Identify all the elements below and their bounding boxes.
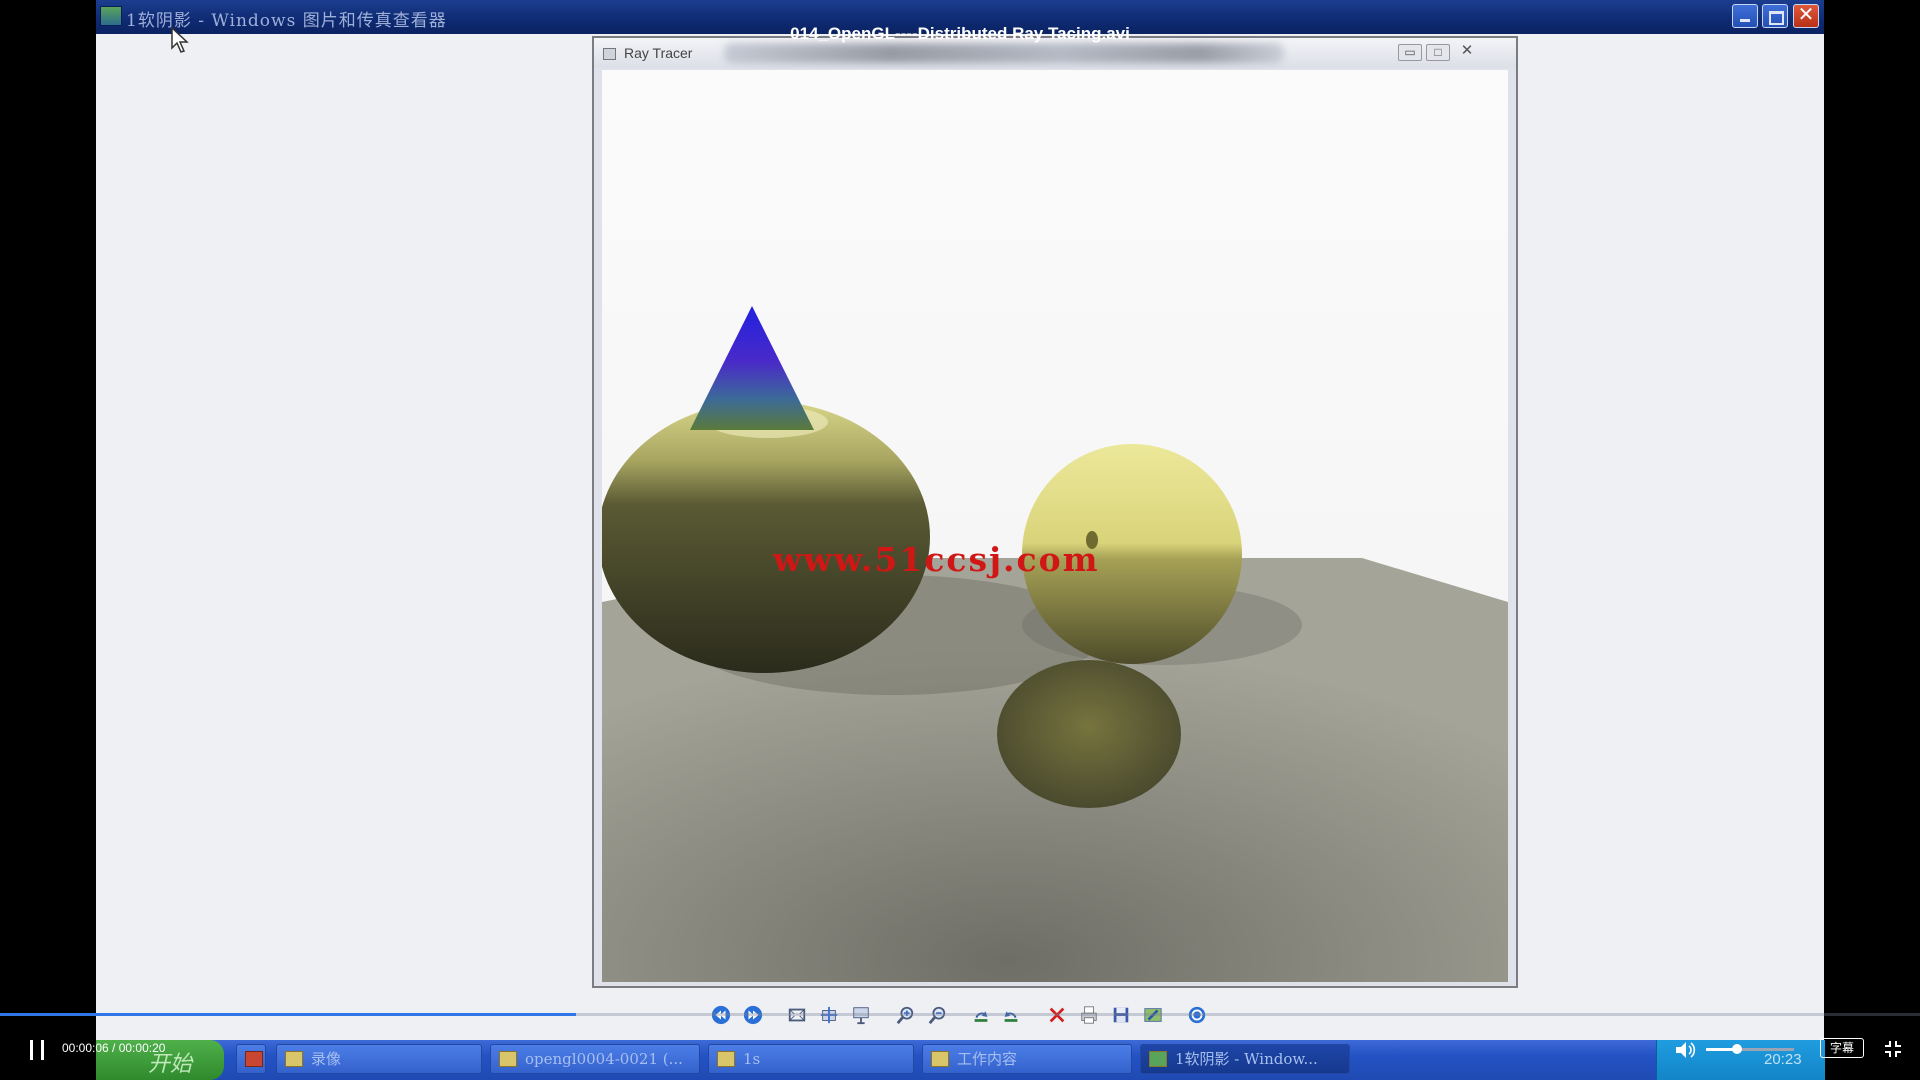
quick-launch-icon[interactable]: [236, 1044, 266, 1074]
rt-maximize-button[interactable]: □: [1426, 44, 1450, 61]
blurred-title-region: [724, 43, 1284, 63]
pause-icon[interactable]: [28, 1040, 46, 1060]
folder-icon: [931, 1051, 949, 1067]
taskbar-item-active[interactable]: 1软阴影 - Window...: [1140, 1044, 1350, 1074]
ray-tracer-title: Ray Tracer: [624, 45, 693, 61]
rt-close-button[interactable]: ✕: [1456, 43, 1478, 59]
rendered-scene: [602, 70, 1508, 982]
folder-icon: [499, 1051, 517, 1067]
video-title: 014_OpenGL----Distributed Ray Tacing.avi: [790, 24, 1130, 43]
ray-tracer-app-icon: [603, 48, 616, 60]
taskbar-item[interactable]: 1s: [708, 1044, 914, 1074]
subtitle-button[interactable]: 字幕: [1820, 1038, 1864, 1058]
taskbar-item[interactable]: opengl0004-0021 (...: [490, 1044, 700, 1074]
watermark-text: www.51ccsj.com: [773, 540, 1100, 579]
tray-clock: 20:23: [1764, 1051, 1802, 1068]
render-canvas: [602, 70, 1508, 982]
mouse-cursor-icon: [171, 26, 189, 53]
folder-icon: [285, 1051, 303, 1067]
ray-tracer-window: Ray Tracer ▭ □ ✕: [592, 36, 1518, 988]
viewer-app-icon: [1149, 1051, 1167, 1067]
taskbar-item[interactable]: 工作内容: [922, 1044, 1132, 1074]
taskbar-item[interactable]: 录像: [276, 1044, 482, 1074]
exit-fullscreen-icon[interactable]: [1884, 1040, 1902, 1058]
seek-bar-progress: [0, 1013, 576, 1016]
rt-minimize-button[interactable]: ▭: [1398, 44, 1422, 61]
volume-icon[interactable]: [1674, 1040, 1696, 1060]
volume-knob[interactable]: [1731, 1044, 1742, 1054]
folder-icon: [717, 1051, 735, 1067]
viewer-app-icon: [100, 6, 122, 26]
time-display: 00:00:06 / 00:00:20: [62, 1041, 166, 1055]
